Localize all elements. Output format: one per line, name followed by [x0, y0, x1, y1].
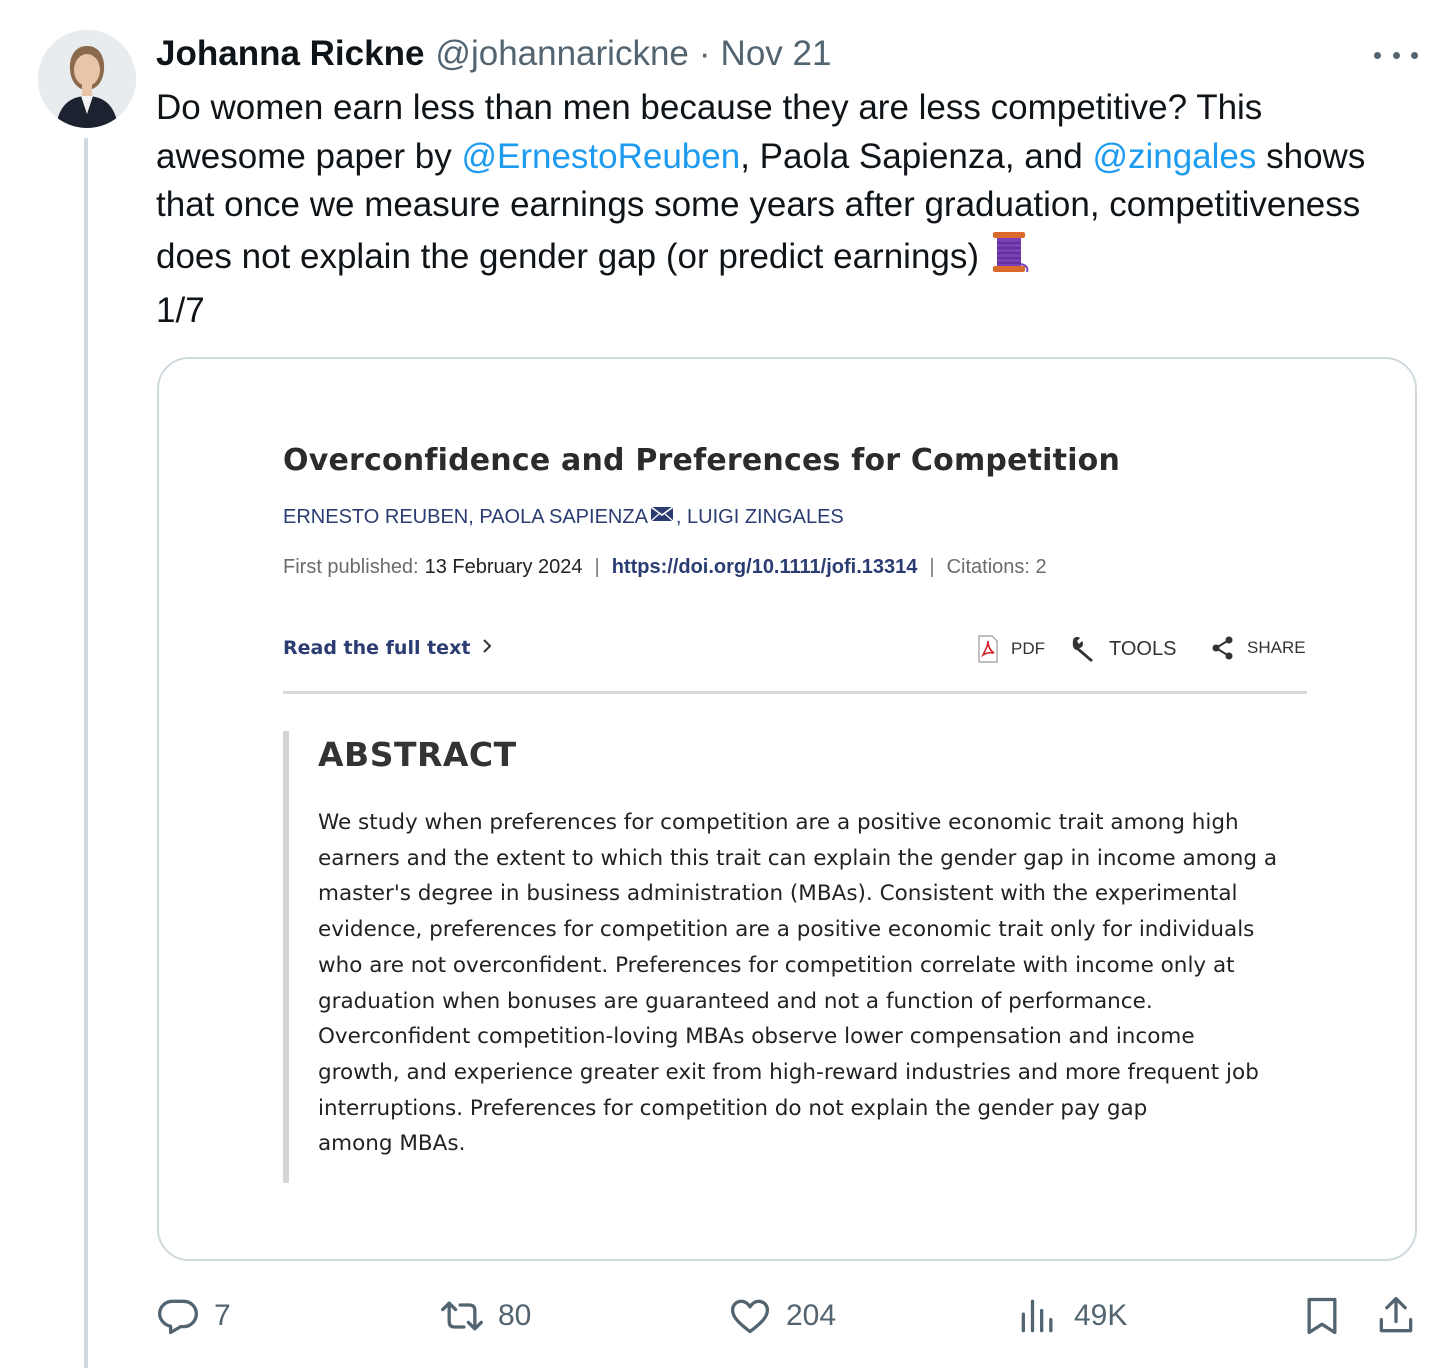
share-button[interactable] [1374, 1288, 1432, 1344]
reply-count: 7 [214, 1299, 231, 1332]
thread-line [84, 138, 88, 1368]
authors-text[interactable]: ERNESTO REUBEN, PAOLA SAPIENZA [283, 506, 648, 529]
doi-link[interactable]: https://doi.org/10.1111/jofi.13314 [612, 556, 918, 579]
divider [283, 691, 1307, 694]
abstract-line: who are not overconfident. Preferences f… [318, 952, 1235, 978]
abstract-line: interruptions. Preferences for competiti… [318, 1095, 1148, 1121]
wrench-icon [1072, 637, 1093, 662]
abstract-line: earners and the extent to which this tra… [318, 845, 1278, 871]
tweet-actions: 7 80 204 49K [156, 1288, 1416, 1344]
tweet-header: Johanna Rickne @johannarickne · Nov 21 [156, 32, 831, 76]
pdf-label: PDF [1011, 639, 1045, 658]
envelope-icon[interactable] [650, 505, 674, 529]
more-options-icon[interactable] [1374, 46, 1418, 64]
abstract-quote-bar [283, 731, 289, 1183]
abstract-line: Overconfident competition-loving MBAs ob… [318, 1024, 1195, 1050]
paper-title[interactable]: Overconfidence and Preferences for Compe… [283, 443, 1120, 478]
abstract-text: We study when preferences for competitio… [318, 805, 1308, 1162]
tools-button[interactable]: TOOLS [1069, 635, 1176, 663]
authors-text-rest[interactable]: , LUIGI ZINGALES [676, 506, 844, 529]
first-published-label: First published: [283, 556, 419, 578]
first-published-date: 13 February 2024 [424, 556, 583, 578]
tools-label: TOOLS [1109, 637, 1177, 660]
author-handle[interactable]: @johannarickne [435, 32, 688, 76]
share-nodes-icon [1212, 636, 1233, 660]
author-avatar[interactable] [38, 30, 136, 128]
read-full-text-label: Read the full text [283, 637, 471, 659]
tweet-text: Do women earn less than men because they… [156, 84, 1396, 336]
paper-card[interactable]: Overconfidence and Preferences for Compe… [157, 357, 1417, 1261]
mention-ernestoreuben[interactable]: @ErnestoReuben [461, 137, 740, 176]
reply-icon [158, 1299, 198, 1335]
thread-counter: 1/7 [156, 291, 205, 330]
views-count: 49K [1074, 1299, 1128, 1332]
abstract-line: graduation when bonuses are guaranteed a… [318, 988, 1153, 1014]
mention-zingales[interactable]: @zingales [1092, 137, 1256, 176]
abstract-line: growth, and experience greater exit from… [318, 1059, 1259, 1085]
citations-count[interactable]: Citations: 2 [947, 556, 1047, 579]
chevron-right-icon [482, 637, 492, 659]
tweet-text-part: , Paola Sapienza, and [740, 136, 1093, 176]
author-name[interactable]: Johanna Rickne [156, 32, 424, 76]
pipe-separator: | [929, 556, 935, 578]
share-label: SHARE [1247, 638, 1306, 657]
paper-authors: ERNESTO REUBEN, PAOLA SAPIENZA , LUIGI Z… [283, 505, 844, 529]
retweet-count: 80 [498, 1299, 532, 1332]
bar-chart-icon [1021, 1299, 1053, 1333]
like-count: 204 [786, 1299, 837, 1332]
retweet-button[interactable]: 80 [440, 1288, 531, 1344]
pdf-button[interactable]: PDF [977, 635, 1045, 663]
views-button[interactable]: 49K [1016, 1288, 1127, 1344]
pipe-separator: | [594, 556, 600, 578]
abstract-line: evidence, preferences for competition ar… [318, 917, 1255, 943]
retweet-icon [441, 1301, 483, 1331]
share-paper-button[interactable]: SHARE [1211, 635, 1306, 661]
thread-spool-icon [987, 230, 1031, 288]
tweet-date[interactable]: Nov 21 [721, 32, 832, 76]
heart-icon [730, 1299, 770, 1334]
abstract-line: master's degree in business administrati… [318, 881, 1238, 907]
read-full-text-link[interactable]: Read the full text [283, 637, 492, 659]
publication-info: First published: 13 February 2024 | http… [283, 556, 1047, 579]
header-separator: · [698, 34, 711, 73]
like-button[interactable]: 204 [728, 1288, 836, 1344]
reply-button[interactable]: 7 [156, 1288, 231, 1344]
bookmark-icon [1307, 1297, 1337, 1335]
share-upload-icon [1379, 1296, 1413, 1333]
abstract-heading: ABSTRACT [318, 735, 517, 774]
pdf-icon [978, 635, 998, 663]
paper-toolbar: Read the full text PDF TOOLS SHARE [283, 631, 1307, 671]
abstract-section: ABSTRACT We study when preferences for c… [283, 731, 1307, 1183]
abstract-line: among MBAs. [318, 1131, 466, 1157]
bookmark-button[interactable] [1300, 1288, 1358, 1344]
abstract-line: We study when preferences for competitio… [318, 810, 1239, 835]
